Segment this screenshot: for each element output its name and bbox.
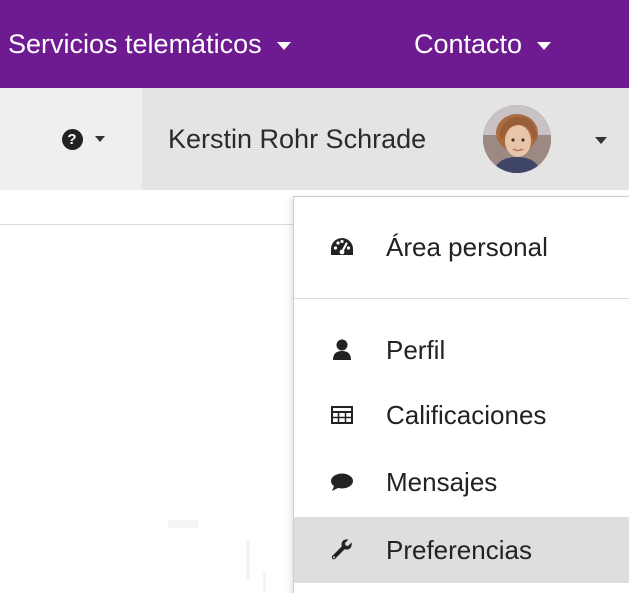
background-artifact <box>246 540 250 580</box>
caret-down-icon <box>595 137 607 144</box>
top-navbar: Servicios telemáticos Contacto <box>0 0 629 88</box>
page: Servicios telemáticos Contacto ? Kerstin… <box>0 0 629 593</box>
question-circle-icon: ? <box>61 128 83 150</box>
menu-divider <box>294 298 629 299</box>
nav-servicios-telematicos[interactable]: Servicios telemáticos <box>8 0 291 88</box>
avatar <box>483 105 551 173</box>
content-divider <box>0 224 293 225</box>
wrench-icon <box>330 538 354 562</box>
comment-icon <box>330 470 354 494</box>
user-bar: ? Kerstin Rohr Schrade <box>0 88 629 190</box>
menu-item-preferencias[interactable]: Preferencias <box>294 517 629 583</box>
menu-item-mensajes[interactable]: Mensajes <box>294 449 629 515</box>
nav-contacto[interactable]: Contacto <box>414 0 552 88</box>
user-menu-toggle[interactable]: Kerstin Rohr Schrade <box>142 88 629 190</box>
menu-item-label: Perfil <box>386 334 446 365</box>
background-artifact <box>263 572 266 592</box>
caret-down-icon <box>276 41 291 50</box>
menu-item-label: Calificaciones <box>386 399 547 430</box>
table-icon <box>330 403 354 427</box>
avatar-photo <box>483 105 551 173</box>
user-icon <box>330 338 354 362</box>
menu-item-label: Mensajes <box>386 466 498 497</box>
menu-item-perfil[interactable]: Perfil <box>294 317 629 383</box>
menu-item-label: Preferencias <box>386 534 532 565</box>
caret-down-icon <box>94 136 105 142</box>
nav-contacto-label: Contacto <box>414 28 523 59</box>
user-dropdown-menu: Área personal Perfil Calificaciones Mens… <box>293 196 629 593</box>
help-menu-toggle[interactable]: ? <box>0 88 142 190</box>
menu-item-calificaciones[interactable]: Calificaciones <box>294 382 629 448</box>
dashboard-icon <box>330 235 354 259</box>
caret-down-icon <box>537 41 552 50</box>
nav-servicios-label: Servicios telemáticos <box>8 28 262 59</box>
menu-item-area-personal[interactable]: Área personal <box>294 214 629 280</box>
menu-item-label: Área personal <box>386 231 548 262</box>
background-artifact <box>168 520 198 528</box>
user-name: Kerstin Rohr Schrade <box>168 124 427 154</box>
